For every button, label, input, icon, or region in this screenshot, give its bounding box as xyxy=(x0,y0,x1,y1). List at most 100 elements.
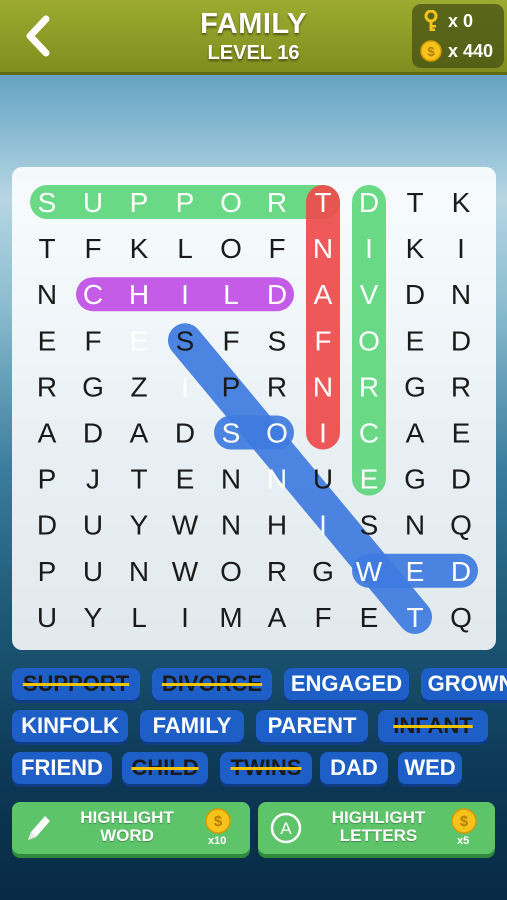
grid-cell[interactable]: K xyxy=(406,233,425,264)
grid-cell[interactable]: N xyxy=(313,371,333,402)
grid-cell[interactable]: R xyxy=(359,371,379,402)
grid-cell[interactable]: I xyxy=(365,233,373,264)
grid-cell[interactable]: T xyxy=(130,464,147,495)
grid-cell[interactable]: M xyxy=(219,602,242,633)
grid-cell[interactable]: F xyxy=(222,325,239,356)
grid-cell[interactable]: O xyxy=(266,418,288,449)
grid-cell[interactable]: R xyxy=(267,371,287,402)
grid-cell[interactable]: E xyxy=(452,418,471,449)
word-chip-wed[interactable]: WED xyxy=(398,752,462,784)
grid-cell[interactable]: E xyxy=(360,464,379,495)
grid-cell[interactable]: O xyxy=(220,187,242,218)
grid-cell[interactable]: W xyxy=(172,510,199,541)
grid-cell[interactable]: S xyxy=(360,510,379,541)
grid-cell[interactable]: R xyxy=(267,556,287,587)
grid-cell[interactable]: R xyxy=(37,371,57,402)
grid-cell[interactable]: D xyxy=(267,279,287,310)
grid-cell[interactable]: N xyxy=(221,510,241,541)
grid-cell[interactable]: Y xyxy=(130,510,149,541)
grid-cell[interactable]: T xyxy=(38,233,55,264)
grid-cell[interactable]: K xyxy=(452,187,471,218)
grid-cell[interactable]: F xyxy=(84,233,101,264)
highlight-word-button[interactable]: HIGHLIGHT WORD $ x10 xyxy=(12,802,250,854)
grid-cell[interactable]: F xyxy=(84,325,101,356)
word-chip-twins[interactable]: TWINS xyxy=(220,752,312,784)
grid-cell[interactable]: J xyxy=(86,464,100,495)
grid-cell[interactable]: V xyxy=(360,279,379,310)
grid-cell[interactable]: P xyxy=(222,371,241,402)
grid-cell[interactable]: I xyxy=(181,279,189,310)
grid-cell[interactable]: I xyxy=(457,233,465,264)
grid-cell[interactable]: Q xyxy=(450,602,472,633)
grid-cell[interactable]: F xyxy=(314,325,331,356)
grid-cell[interactable]: P xyxy=(130,187,149,218)
grid-cell[interactable]: D xyxy=(175,418,195,449)
grid-cell[interactable]: G xyxy=(404,371,426,402)
word-chip-divorce[interactable]: DIVORCE xyxy=(152,668,272,700)
word-chip-child[interactable]: CHILD xyxy=(122,752,208,784)
grid-cell[interactable]: D xyxy=(359,187,379,218)
grid-cell[interactable]: N xyxy=(451,279,471,310)
grid-cell[interactable]: N xyxy=(129,556,149,587)
grid-cell[interactable]: O xyxy=(220,556,242,587)
grid-cell[interactable]: P xyxy=(38,556,57,587)
grid-cell[interactable]: R xyxy=(451,371,471,402)
grid-cell[interactable]: I xyxy=(319,510,327,541)
grid-cell[interactable]: I xyxy=(181,602,189,633)
grid-cell[interactable]: E xyxy=(176,464,195,495)
grid-cell[interactable]: R xyxy=(267,187,287,218)
grid-cell[interactable]: H xyxy=(129,279,149,310)
word-chip-family[interactable]: FAMILY xyxy=(140,710,244,742)
grid-cell[interactable]: W xyxy=(356,556,383,587)
grid-cell[interactable]: L xyxy=(131,602,147,633)
grid-cell[interactable]: L xyxy=(177,233,193,264)
grid-cell[interactable]: I xyxy=(319,418,327,449)
grid-cell[interactable]: W xyxy=(172,556,199,587)
word-chip-grown[interactable]: GROWN xyxy=(421,668,507,700)
grid-cell[interactable]: A xyxy=(268,602,287,633)
grid-cell[interactable]: D xyxy=(451,325,471,356)
grid-cell[interactable]: N xyxy=(221,464,241,495)
grid-cell[interactable]: N xyxy=(313,233,333,264)
grid-cell[interactable]: G xyxy=(404,464,426,495)
grid-cell[interactable]: N xyxy=(405,510,425,541)
word-chip-engaged[interactable]: ENGAGED xyxy=(284,668,409,700)
grid-cell[interactable]: I xyxy=(181,371,189,402)
grid-cell[interactable]: C xyxy=(83,279,103,310)
grid-cell[interactable]: E xyxy=(130,325,149,356)
grid-cell[interactable]: G xyxy=(82,371,104,402)
grid-cell[interactable]: E xyxy=(38,325,57,356)
grid-cell[interactable]: D xyxy=(451,556,471,587)
word-grid[interactable]: SUPPORTDTKTFKLOFNIKINCHILDAVDNEFESFSFOED… xyxy=(12,167,496,650)
grid-cell[interactable]: O xyxy=(358,325,380,356)
grid-cell[interactable]: N xyxy=(267,464,287,495)
grid-cell[interactable]: E xyxy=(406,556,425,587)
word-chip-support[interactable]: SUPPORT xyxy=(12,668,140,700)
grid-canvas[interactable]: S U P P O R T D T KT F K L O F N I K IN C H I L D A V D NE F E S F S F O E D… xyxy=(12,167,496,650)
grid-cell[interactable]: A xyxy=(130,418,149,449)
grid-cell[interactable]: N xyxy=(37,279,57,310)
grid-cell[interactable]: S xyxy=(222,418,241,449)
grid-cell[interactable]: F xyxy=(314,602,331,633)
grid-cell[interactable]: E xyxy=(360,602,379,633)
grid-cell[interactable]: T xyxy=(406,187,423,218)
grid-cell[interactable]: A xyxy=(406,418,425,449)
grid-cell[interactable]: Y xyxy=(84,602,103,633)
grid-cell[interactable]: Q xyxy=(450,510,472,541)
grid-cell[interactable]: D xyxy=(83,418,103,449)
grid-cell[interactable]: K xyxy=(130,233,149,264)
grid-cell[interactable]: S xyxy=(38,187,57,218)
grid-cell[interactable]: S xyxy=(268,325,287,356)
grid-cell[interactable]: E xyxy=(406,325,425,356)
word-chip-kinfolk[interactable]: KINFOLK xyxy=(12,710,128,742)
grid-cell[interactable]: U xyxy=(83,187,103,218)
grid-cell[interactable]: Z xyxy=(130,371,147,402)
word-chip-friend[interactable]: FRIEND xyxy=(12,752,112,784)
highlight-letters-button[interactable]: A HIGHLIGHT LETTERS $ x5 xyxy=(258,802,495,854)
grid-cell[interactable]: L xyxy=(223,279,239,310)
grid-cell[interactable]: D xyxy=(405,279,425,310)
grid-cell[interactable]: O xyxy=(220,233,242,264)
grid-cell[interactable]: F xyxy=(268,233,285,264)
grid-cell[interactable]: U xyxy=(83,510,103,541)
grid-cell[interactable]: G xyxy=(312,556,334,587)
